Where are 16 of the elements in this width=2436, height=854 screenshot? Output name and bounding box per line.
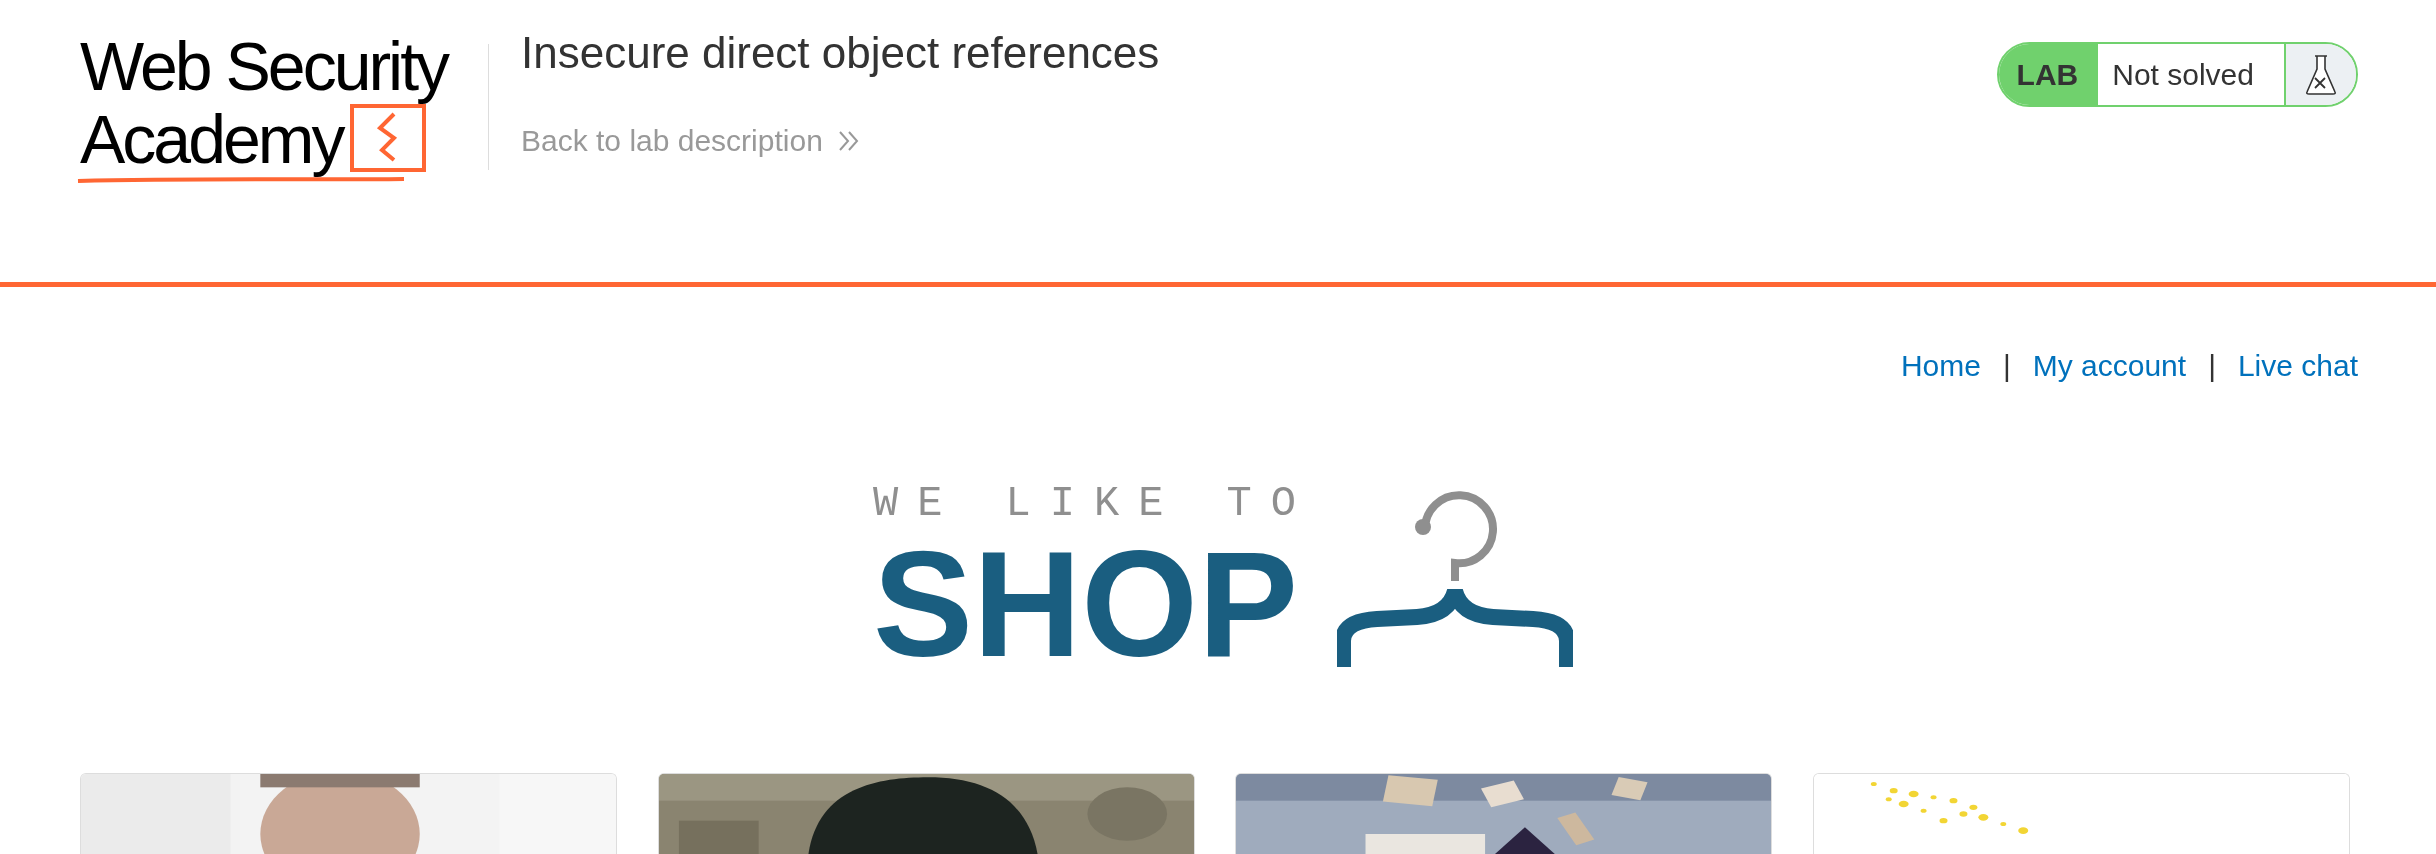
lab-title: Insecure direct object references [521, 28, 1161, 78]
lab-label: LAB [1998, 44, 2099, 105]
hanger-icon [1337, 491, 1573, 669]
nav-link[interactable]: My account [2032, 349, 2187, 383]
nav-separator: | [2208, 349, 2216, 383]
flask-icon [2304, 53, 2338, 96]
nav-link[interactable]: Home [1900, 349, 1981, 383]
back-link[interactable]: Back to lab description [521, 124, 1997, 158]
logo-text: Academy [80, 102, 343, 176]
nav-separator: | [2002, 349, 2011, 383]
shop-tagline: WE LIKE TO [872, 483, 1315, 525]
shop-wordmark: SHOP [872, 539, 1300, 669]
logo-mark-icon [350, 104, 427, 172]
nav-link[interactable]: Live chat [2237, 349, 2358, 383]
logo-text: Web Security [80, 30, 449, 102]
chevrons-right-icon [836, 129, 861, 153]
